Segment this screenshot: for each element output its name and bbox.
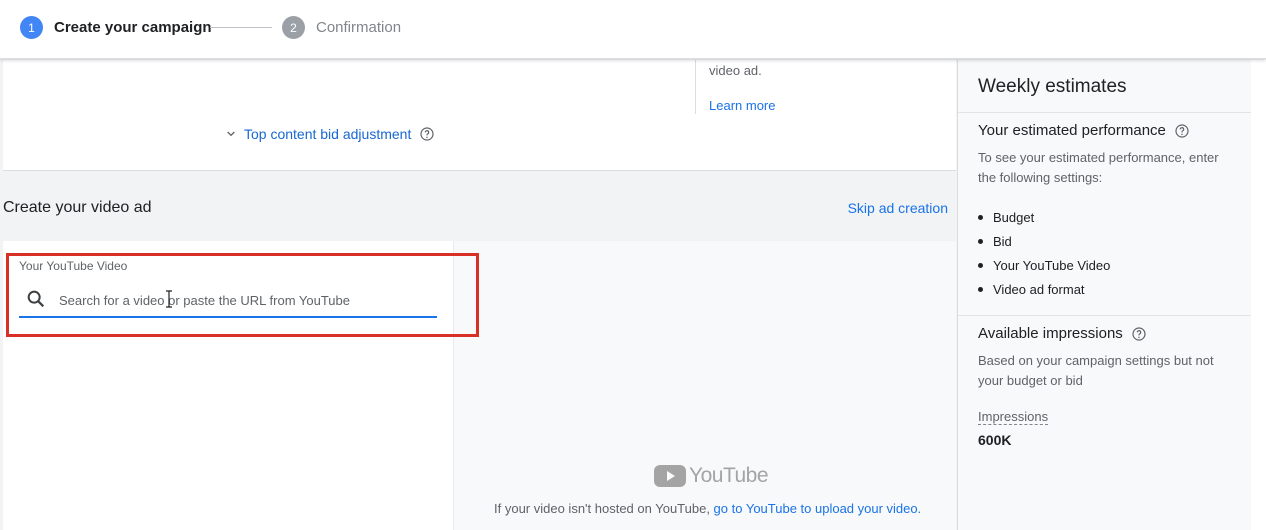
- bullet-icon: [978, 214, 983, 220]
- list-item: Bid: [978, 229, 1110, 253]
- create-video-ad-title: Create your video ad: [3, 199, 152, 216]
- page-edge: [1251, 60, 1266, 530]
- skip-ad-creation-link[interactable]: Skip ad creation: [848, 200, 948, 216]
- help-icon[interactable]: [1131, 326, 1147, 342]
- estimated-performance-label: Your estimated performance: [978, 122, 1166, 139]
- video-preview-pane: YouTube If your video isn't hosted on Yo…: [454, 241, 956, 530]
- youtube-wordmark: YouTube: [689, 464, 769, 487]
- setting-bid: Bid: [993, 233, 1012, 249]
- video-ad-help-text: video ad.: [709, 63, 762, 78]
- estimates-divider: [958, 112, 1251, 113]
- video-ad-panel: Your YouTube Video YouTube If your video…: [3, 241, 956, 530]
- list-item: Budget: [978, 205, 1110, 229]
- step-number-2: 2: [282, 16, 305, 39]
- required-settings-list: Budget Bid Your YouTube Video Video ad f…: [978, 205, 1110, 301]
- learn-more-link[interactable]: Learn more: [709, 98, 775, 113]
- upload-to-youtube-link[interactable]: go to YouTube to upload your video.: [714, 501, 922, 516]
- estimated-performance-description: To see your estimated performance, enter…: [978, 150, 1219, 185]
- weekly-estimates-panel: Weekly estimates Your estimated performa…: [957, 60, 1251, 530]
- available-impressions-heading: Available impressions: [978, 325, 1147, 342]
- list-item: Video ad format: [978, 277, 1110, 301]
- top-content-bid-toggle[interactable]: Top content bid adjustment: [223, 126, 435, 142]
- step-number-1: 1: [20, 16, 43, 39]
- step-label-create-campaign: Create your campaign: [54, 19, 212, 36]
- chevron-down-icon: [227, 131, 235, 137]
- youtube-hosting-note: If your video isn't hosted on YouTube, g…: [494, 501, 921, 516]
- help-icon[interactable]: [1174, 123, 1190, 139]
- setting-youtube-video: Your YouTube Video: [993, 257, 1111, 273]
- bullet-icon: [978, 286, 983, 292]
- step-create-campaign[interactable]: 1 Create your campaign: [20, 16, 212, 39]
- card-divider: [695, 60, 696, 114]
- setting-video-ad-format: Video ad format: [993, 281, 1085, 297]
- video-search-pane: Your YouTube Video: [3, 241, 454, 530]
- step-label-confirmation: Confirmation: [316, 19, 402, 36]
- estimated-performance-heading: Your estimated performance: [978, 122, 1190, 139]
- youtube-logo: YouTube: [654, 464, 769, 488]
- hosting-note-text: If your video isn't hosted on YouTube,: [494, 501, 714, 516]
- help-icon[interactable]: [419, 126, 435, 142]
- bidding-card: video ad. Learn more Top content bid adj…: [3, 60, 956, 171]
- text-cursor-icon: [166, 290, 172, 308]
- video-search-input[interactable]: [57, 289, 431, 311]
- list-item: Your YouTube Video: [978, 253, 1110, 277]
- campaign-stepper: 1 Create your campaign 2 Confirmation: [0, 0, 1266, 59]
- setting-budget: Budget: [993, 209, 1035, 225]
- impressions-value: 600K: [978, 432, 1012, 448]
- estimates-divider: [958, 315, 1251, 316]
- available-impressions-description: Based on your campaign settings but not …: [978, 353, 1214, 388]
- step-connector: [210, 27, 272, 28]
- video-search-field[interactable]: [19, 283, 437, 318]
- youtube-play-icon: [654, 465, 686, 487]
- bullet-icon: [978, 262, 983, 268]
- impressions-label[interactable]: Impressions: [978, 409, 1049, 425]
- step-confirmation[interactable]: 2 Confirmation: [282, 16, 401, 39]
- search-icon: [27, 290, 45, 308]
- youtube-video-label: Your YouTube Video: [19, 259, 128, 273]
- top-content-bid-label: Top content bid adjustment: [244, 126, 412, 142]
- bullet-icon: [978, 238, 983, 244]
- available-impressions-label: Available impressions: [978, 325, 1123, 342]
- weekly-estimates-title: Weekly estimates: [978, 76, 1127, 97]
